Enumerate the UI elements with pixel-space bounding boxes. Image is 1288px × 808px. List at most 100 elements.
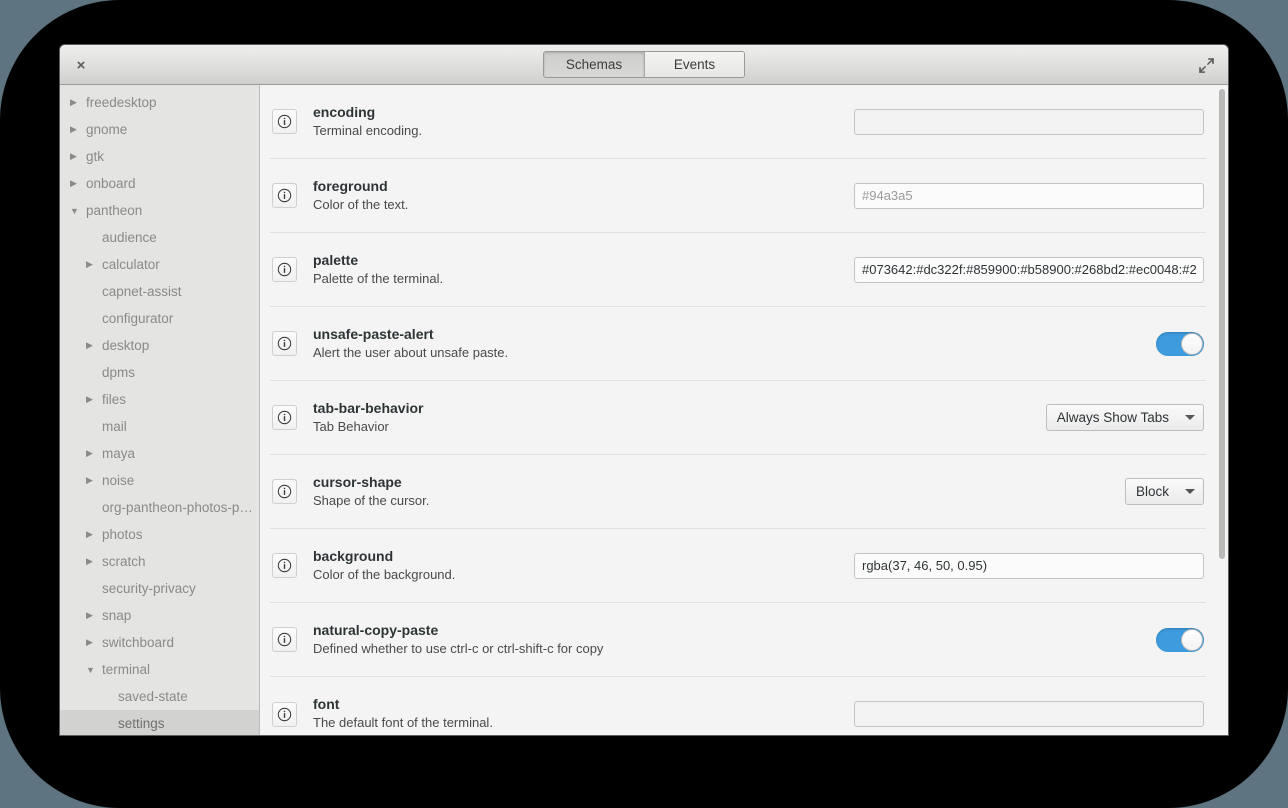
sidebar-item-label: settings [118, 716, 165, 731]
info-icon[interactable] [272, 701, 297, 727]
sidebar-item-freedesktop[interactable]: ▶ freedesktop [60, 89, 259, 116]
sidebar-item-label: configurator [102, 311, 174, 326]
chevron-right-icon[interactable]: ▶ [86, 394, 102, 405]
content-scrollbar[interactable] [1219, 89, 1225, 559]
info-icon[interactable] [272, 257, 297, 282]
sidebar-item-terminal[interactable]: ▼ terminal [60, 656, 259, 683]
sidebar-item-files[interactable]: ▶ files [60, 386, 259, 413]
sidebar-item-photos[interactable]: ▶ photos [60, 521, 259, 548]
sidebar-item-capnet-assist[interactable]: capnet-assist [60, 278, 259, 305]
sidebar-item-snap[interactable]: ▶ snap [60, 602, 259, 629]
setting-value-input[interactable] [854, 182, 1204, 209]
setting-control [854, 182, 1204, 209]
setting-toggle-switch[interactable] [1156, 331, 1204, 356]
setting-key-label: palette [313, 251, 359, 268]
sidebar-item-label: onboard [86, 176, 136, 191]
settings-row-text: palette Palette of the terminal. [313, 251, 840, 288]
setting-value-input[interactable] [854, 701, 1204, 727]
dropdown-selected-label: Always Show Tabs [1056, 410, 1169, 425]
chevron-down-icon[interactable]: ▼ [70, 206, 86, 216]
chevron-right-icon[interactable]: ▶ [86, 475, 102, 486]
setting-description: Color of the background. [313, 566, 456, 582]
chevron-right-icon[interactable]: ▶ [86, 637, 102, 648]
sidebar-item-audience[interactable]: audience [60, 224, 259, 251]
sidebar-item-label: maya [102, 446, 136, 461]
setting-description: Alert the user about unsafe paste. [313, 344, 509, 360]
sidebar-item-desktop[interactable]: ▶ desktop [60, 332, 259, 359]
sidebar-item-saved-state[interactable]: saved-state [60, 683, 259, 710]
chevron-down-icon [1185, 415, 1195, 420]
settings-row-text: tab-bar-behavior Tab Behavior [313, 399, 1032, 436]
info-icon[interactable] [272, 479, 297, 504]
dconf-editor-window: × Schemas Events ▶ freedesktop ▶ gnome ▶ gtk ▶… [60, 45, 1228, 735]
sidebar-item-settings[interactable]: settings [60, 710, 259, 735]
sidebar-item-mail[interactable]: mail [60, 413, 259, 440]
sidebar-item-gnome[interactable]: ▶ gnome [60, 116, 259, 143]
sidebar-item-scratch[interactable]: ▶ scratch [60, 548, 259, 575]
sidebar-item-noise[interactable]: ▶ noise [60, 467, 259, 494]
schema-tree-sidebar[interactable]: ▶ freedesktop ▶ gnome ▶ gtk ▶ onboard ▼ pantheon a… [60, 85, 260, 735]
setting-value-input[interactable] [854, 256, 1204, 283]
sidebar-item-security-privacy[interactable]: security-privacy [60, 575, 259, 602]
chevron-right-icon[interactable]: ▶ [86, 529, 102, 540]
tab-schemas[interactable]: Schemas [544, 52, 644, 77]
settings-row-text: background Color of the background. [313, 547, 840, 584]
chevron-right-icon[interactable]: ▶ [70, 97, 86, 108]
sidebar-item-label: mail [102, 419, 127, 434]
sidebar-item-label: photos [102, 527, 143, 542]
info-icon[interactable] [272, 331, 297, 356]
setting-control [1156, 627, 1204, 652]
setting-dropdown[interactable]: Block [1124, 478, 1204, 505]
setting-control [854, 256, 1204, 283]
sidebar-item-org-pantheon-photos-publis-[interactable]: org-pantheon-photos-publis… [60, 494, 259, 521]
settings-list-panel: encoding Terminal encoding. foreground Colo… [260, 85, 1228, 735]
sidebar-item-calculator[interactable]: ▶ calculator [60, 251, 259, 278]
close-icon[interactable]: × [70, 54, 92, 76]
setting-dropdown[interactable]: Always Show Tabs [1045, 404, 1204, 431]
setting-description: Color of the text. [313, 196, 409, 212]
sidebar-item-label: snap [102, 608, 132, 623]
sidebar-item-dpms[interactable]: dpms [60, 359, 259, 386]
setting-key-label: tab-bar-behavior [313, 399, 424, 416]
chevron-right-icon[interactable]: ▶ [86, 259, 102, 270]
sidebar-item-label: pantheon [86, 203, 143, 218]
setting-value-input[interactable] [854, 552, 1204, 579]
settings-row-text: unsafe-paste-alert Alert the user about u… [313, 325, 1142, 362]
chevron-right-icon[interactable]: ▶ [70, 151, 86, 162]
info-icon[interactable] [272, 553, 297, 578]
chevron-down-icon[interactable]: ▼ [86, 665, 102, 675]
info-icon[interactable] [272, 183, 297, 208]
info-icon[interactable] [272, 627, 297, 652]
sidebar-item-pantheon[interactable]: ▼ pantheon [60, 197, 259, 224]
chevron-right-icon[interactable]: ▶ [70, 178, 86, 189]
settings-row: foreground Color of the text. [270, 159, 1206, 233]
chevron-right-icon[interactable]: ▶ [86, 340, 102, 351]
sidebar-item-label: scratch [102, 554, 146, 569]
chevron-right-icon[interactable]: ▶ [86, 556, 102, 567]
toggle-knob [1181, 628, 1203, 651]
sidebar-item-label: org-pantheon-photos-publis… [102, 500, 259, 515]
sidebar-item-maya[interactable]: ▶ maya [60, 440, 259, 467]
setting-control [1156, 331, 1204, 356]
info-icon[interactable] [272, 109, 297, 134]
chevron-right-icon[interactable]: ▶ [86, 610, 102, 621]
sidebar-item-switchboard[interactable]: ▶ switchboard [60, 629, 259, 656]
maximize-icon[interactable] [1194, 53, 1218, 77]
tab-events[interactable]: Events [644, 52, 744, 77]
setting-description: Defined whether to use ctrl-c or ctrl-sh… [313, 640, 604, 656]
settings-row: unsafe-paste-alert Alert the user about u… [270, 307, 1206, 381]
sidebar-item-gtk[interactable]: ▶ gtk [60, 143, 259, 170]
sidebar-item-onboard[interactable]: ▶ onboard [60, 170, 259, 197]
chevron-right-icon[interactable]: ▶ [70, 124, 86, 135]
settings-row: tab-bar-behavior Tab Behavior Always Show … [270, 381, 1206, 455]
setting-toggle-switch[interactable] [1156, 627, 1204, 652]
setting-key-label: cursor-shape [313, 473, 402, 490]
setting-value-input[interactable] [854, 108, 1204, 135]
chevron-right-icon[interactable]: ▶ [86, 448, 102, 459]
view-mode-tabs: Schemas Events [543, 51, 745, 78]
settings-row: encoding Terminal encoding. [270, 85, 1206, 159]
info-icon[interactable] [272, 405, 297, 430]
sidebar-item-configurator[interactable]: configurator [60, 305, 259, 332]
sidebar-item-label: terminal [102, 662, 151, 677]
setting-description: Terminal encoding. [313, 122, 423, 138]
